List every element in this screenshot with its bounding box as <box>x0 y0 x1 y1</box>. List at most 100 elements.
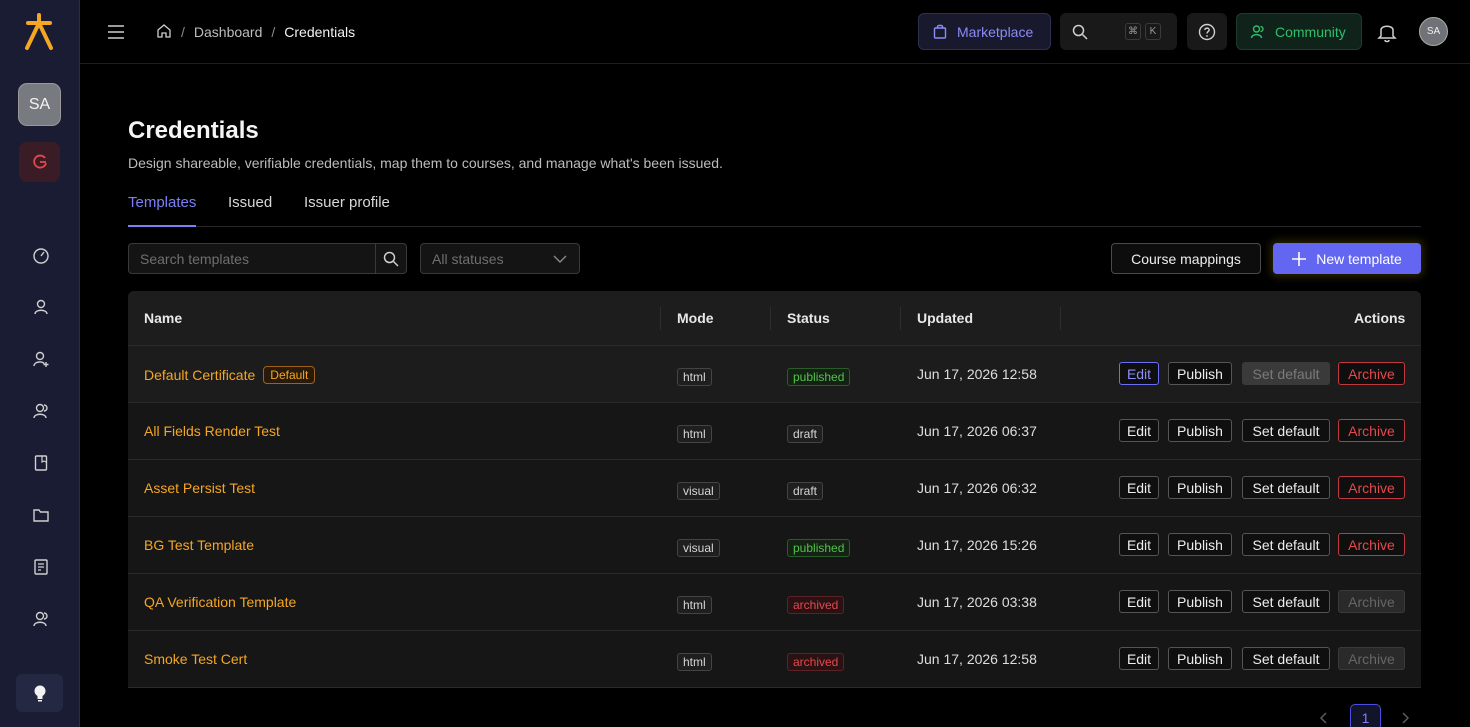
edit-button[interactable]: Edit <box>1119 476 1159 499</box>
template-name-link[interactable]: Smoke Test Cert <box>144 651 247 667</box>
breadcrumb-current: Credentials <box>284 24 356 40</box>
archive-button[interactable]: Archive <box>1338 476 1405 499</box>
template-name-link[interactable]: Default Certificate Default <box>144 366 316 384</box>
publish-button[interactable]: Publish <box>1168 590 1232 613</box>
dashboard-icon[interactable] <box>30 244 52 266</box>
menu-icon[interactable] <box>107 21 125 43</box>
breadcrumb-separator: / <box>271 24 276 40</box>
pagination-page-button[interactable]: 1 <box>1350 704 1381 727</box>
archive-button[interactable]: Archive <box>1338 533 1405 556</box>
archive-button[interactable]: Archive <box>1338 647 1405 670</box>
user-avatar[interactable]: SA <box>1419 17 1448 46</box>
set-default-button[interactable]: Set default <box>1242 476 1330 499</box>
report-icon[interactable] <box>30 556 52 578</box>
column-header-status: Status <box>787 310 830 326</box>
tab-templates[interactable]: Templates <box>128 194 196 227</box>
edit-button[interactable]: Edit <box>1119 590 1159 613</box>
status-badge: archived <box>787 596 845 614</box>
column-header-name: Name <box>144 310 183 326</box>
template-name: Smoke Test Cert <box>144 651 248 667</box>
edit-button[interactable]: Edit <box>1119 419 1159 442</box>
marketplace-button[interactable]: Marketplace <box>918 13 1051 50</box>
template-name: Default Certificate <box>144 367 256 383</box>
status-filter-select[interactable]: All statuses <box>420 243 580 274</box>
template-name-link[interactable]: Asset Persist Test <box>144 480 255 496</box>
workspace-avatar[interactable]: SA <box>19 84 60 125</box>
publish-button[interactable]: Publish <box>1168 419 1232 442</box>
home-icon[interactable] <box>156 23 172 42</box>
new-template-button[interactable]: New template <box>1273 243 1421 274</box>
chevron-down-icon <box>553 255 567 263</box>
updated-date: Jun 17, 2026 15:26 <box>917 537 1037 553</box>
user-icon[interactable] <box>30 296 52 318</box>
table-row: QA Verification Template html archived J… <box>128 574 1421 631</box>
publish-button[interactable]: Publish <box>1168 533 1232 556</box>
refresh-icon <box>32 154 47 169</box>
status-badge: draft <box>787 482 824 500</box>
community-button[interactable]: Community <box>1236 13 1362 50</box>
edit-button[interactable]: Edit <box>1119 647 1159 670</box>
refresh-button[interactable] <box>19 142 60 182</box>
column-header-mode: Mode <box>677 310 714 326</box>
status-filter-value: All statuses <box>432 250 504 267</box>
set-default-button[interactable]: Set default <box>1242 419 1330 442</box>
breadcrumb: / Dashboard / Credentials <box>156 22 355 42</box>
status-badge: archived <box>787 653 845 671</box>
set-default-button[interactable]: Set default <box>1242 362 1330 385</box>
template-name: QA Verification Template <box>144 594 297 610</box>
column-divider <box>900 307 901 330</box>
table-row: BG Test Template visual published Jun 17… <box>128 517 1421 574</box>
breadcrumb-separator: / <box>181 24 185 40</box>
community-label: Community <box>1275 23 1346 40</box>
lightbulb-icon <box>34 685 45 702</box>
template-name-link[interactable]: QA Verification Template <box>144 594 296 610</box>
default-badge: Default <box>263 366 316 384</box>
column-header-actions: Actions <box>1354 310 1406 326</box>
set-default-button[interactable]: Set default <box>1242 590 1330 613</box>
set-default-button[interactable]: Set default <box>1242 647 1330 670</box>
top-bar: / Dashboard / Credentials Marketplace ⌘ … <box>80 0 1470 64</box>
notifications-bell-icon[interactable] <box>1377 21 1397 43</box>
publish-button[interactable]: Publish <box>1168 362 1232 385</box>
publish-button[interactable]: Publish <box>1168 476 1232 499</box>
archive-button[interactable]: Archive <box>1338 590 1405 613</box>
table-row: Smoke Test Cert html archived Jun 17, 20… <box>128 631 1421 688</box>
users-icon[interactable] <box>30 400 52 422</box>
updated-date: Jun 17, 2026 12:58 <box>917 366 1037 382</box>
updated-date: Jun 17, 2026 03:38 <box>917 594 1037 610</box>
column-divider <box>660 307 661 330</box>
archive-button[interactable]: Archive <box>1338 419 1405 442</box>
global-search-button[interactable]: ⌘ K <box>1060 13 1177 50</box>
column-divider <box>1060 307 1061 330</box>
table-row: Default Certificate Default html publish… <box>128 346 1421 403</box>
template-name: All Fields Render Test <box>144 423 280 439</box>
mode-tag: html <box>677 653 712 671</box>
tips-button[interactable] <box>16 674 63 712</box>
search-submit-button[interactable] <box>375 243 407 274</box>
template-name-link[interactable]: All Fields Render Test <box>144 423 280 439</box>
publish-button[interactable]: Publish <box>1168 647 1232 670</box>
user-add-icon[interactable] <box>30 348 52 370</box>
edit-button[interactable]: Edit <box>1119 533 1159 556</box>
archive-button[interactable]: Archive <box>1338 362 1405 385</box>
book-icon[interactable] <box>30 452 52 474</box>
folder-icon[interactable] <box>30 504 52 526</box>
app-logo-icon[interactable] <box>22 13 56 51</box>
table-header: Name Mode Status Updated Actions <box>128 291 1421 346</box>
breadcrumb-dashboard[interactable]: Dashboard <box>194 24 263 40</box>
marketplace-label: Marketplace <box>957 23 1034 40</box>
search-templates-input[interactable] <box>128 243 376 274</box>
course-mappings-button[interactable]: Course mappings <box>1111 243 1261 274</box>
set-default-button[interactable]: Set default <box>1242 533 1330 556</box>
tab-issuer-profile[interactable]: Issuer profile <box>304 194 390 227</box>
search-icon <box>1072 24 1088 40</box>
pagination-prev-icon[interactable] <box>1317 711 1331 725</box>
help-button[interactable] <box>1187 13 1227 50</box>
user-settings-icon[interactable] <box>30 608 52 630</box>
status-badge: published <box>787 539 851 557</box>
pagination-next-icon[interactable] <box>1398 711 1412 725</box>
template-name-link[interactable]: BG Test Template <box>144 537 254 553</box>
tab-issued[interactable]: Issued <box>228 194 272 227</box>
status-badge: draft <box>787 425 824 443</box>
edit-button[interactable]: Edit <box>1119 362 1159 385</box>
